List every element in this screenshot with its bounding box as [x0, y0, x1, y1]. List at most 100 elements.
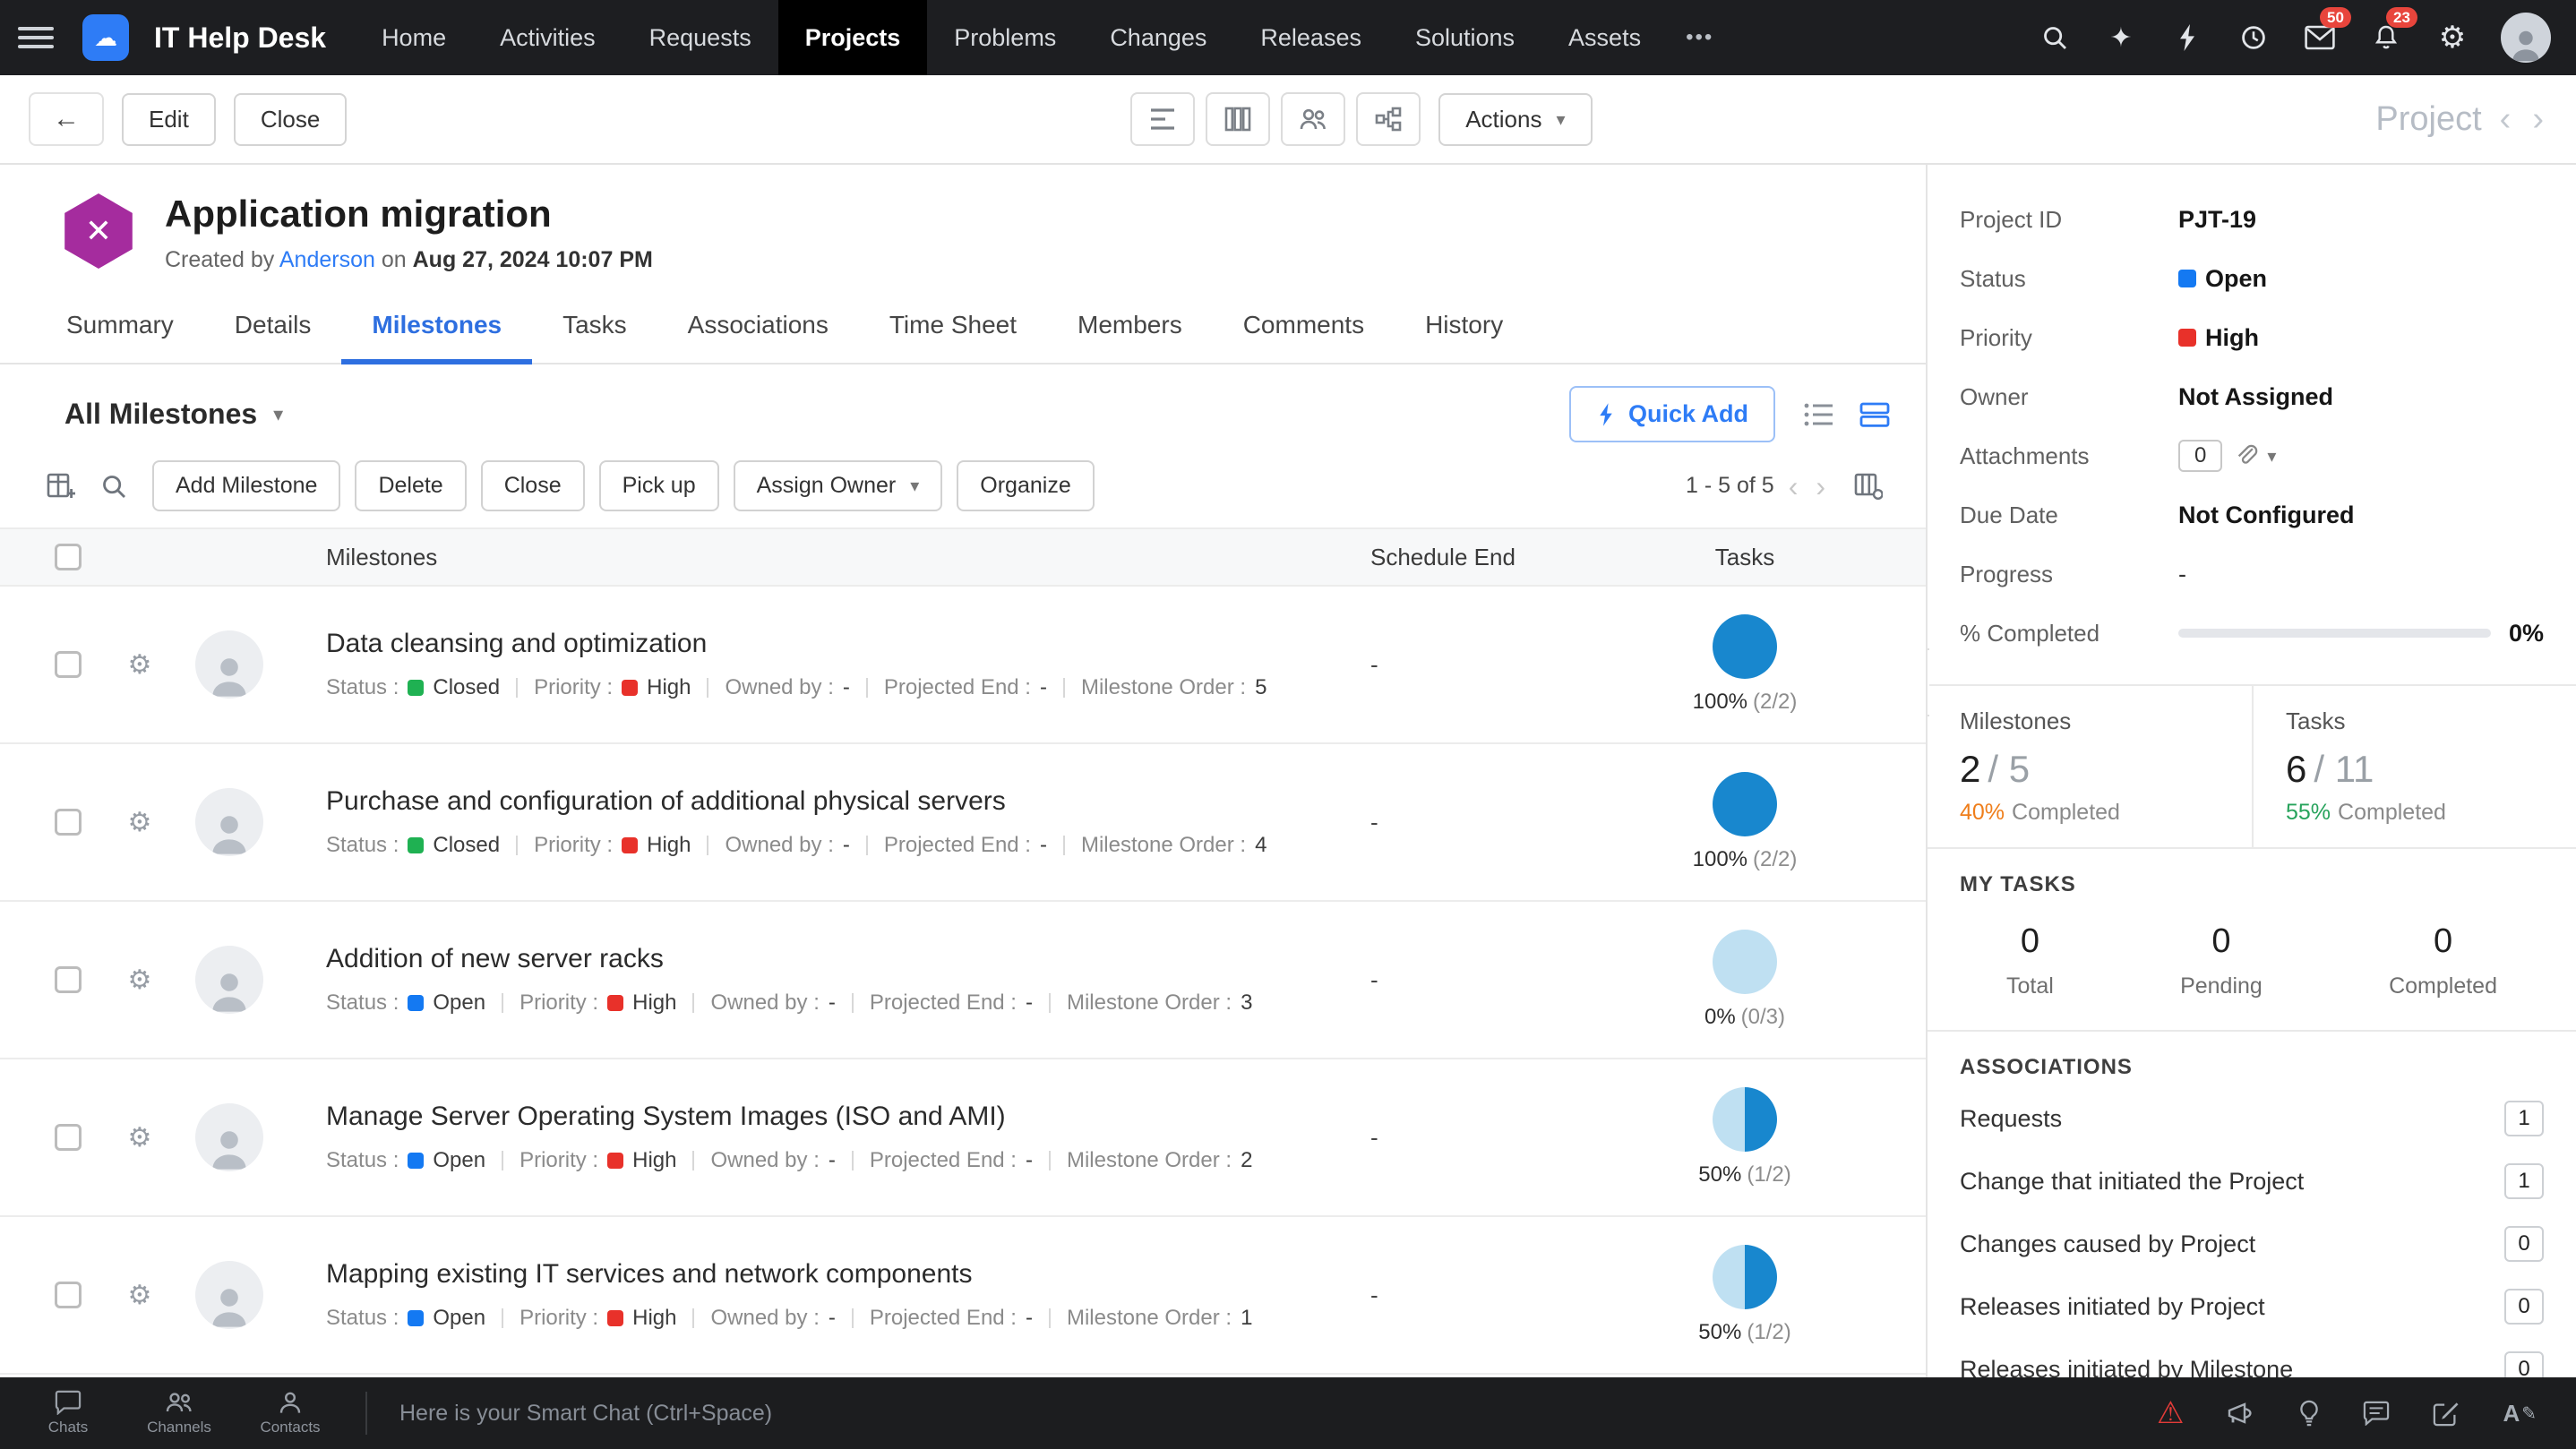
panel-collapse-icon[interactable]: ›	[1928, 648, 1929, 716]
actions-button[interactable]: Actions ▾	[1438, 93, 1592, 146]
lightbulb-icon[interactable]	[2298, 1400, 2320, 1427]
hamburger-menu-icon[interactable]	[18, 27, 54, 48]
milestone-filter-dropdown[interactable]: All Milestones ▾	[64, 398, 283, 431]
attachment-controls[interactable]: ▾	[2233, 443, 2276, 468]
milestone-title[interactable]: Addition of new server racks	[326, 944, 1324, 974]
zap-icon[interactable]	[2169, 20, 2205, 56]
tab-members[interactable]: Members	[1047, 291, 1213, 363]
association-changes-caused[interactable]: Changes caused by Project 0	[1960, 1213, 2544, 1275]
nav-item-home[interactable]: Home	[355, 0, 473, 75]
sparkle-ai-icon[interactable]: ✦	[2103, 20, 2139, 56]
separator	[516, 836, 518, 855]
row-gear-icon[interactable]: ⚙	[107, 965, 172, 996]
nav-item-activities[interactable]: Activities	[473, 0, 623, 75]
association-releases-milestone[interactable]: Releases initiated by Milestone 0	[1960, 1338, 2544, 1377]
status-square	[408, 1310, 424, 1326]
tab-time-sheet[interactable]: Time Sheet	[859, 291, 1047, 363]
alert-icon[interactable]: ⚠	[2157, 1395, 2184, 1431]
chats-button[interactable]: Chats	[25, 1390, 111, 1436]
organize-button[interactable]: Organize	[957, 460, 1094, 511]
compose-icon[interactable]	[2433, 1400, 2460, 1427]
my-tasks-completed-value: 0	[2389, 922, 2497, 961]
association-requests[interactable]: Requests 1	[1960, 1087, 2544, 1150]
megaphone-icon[interactable]	[2227, 1401, 2255, 1426]
row-checkbox[interactable]	[55, 966, 82, 993]
members-view-icon[interactable]	[1281, 92, 1345, 146]
list-view-icon[interactable]	[1804, 402, 1834, 427]
column-settings-icon[interactable]	[1854, 473, 1883, 500]
row-gear-icon[interactable]: ⚙	[107, 649, 172, 681]
nav-item-projects[interactable]: Projects	[778, 0, 928, 75]
association-releases-project[interactable]: Releases initiated by Project 0	[1960, 1275, 2544, 1338]
status-label: Status :	[326, 1306, 399, 1331]
tab-associations[interactable]: Associations	[657, 291, 859, 363]
quick-add-button[interactable]: Quick Add	[1569, 386, 1775, 442]
translate-icon[interactable]: A✎	[2503, 1400, 2537, 1428]
tab-tasks[interactable]: Tasks	[532, 291, 657, 363]
app-logo[interactable]: ☁	[82, 14, 129, 61]
row-checkbox[interactable]	[55, 651, 82, 678]
user-avatar[interactable]	[2501, 13, 2551, 63]
gear-icon[interactable]: ⚙	[2434, 20, 2470, 56]
select-all-checkbox[interactable]	[55, 544, 82, 570]
row-gear-icon[interactable]: ⚙	[107, 1280, 172, 1311]
association-change-initiated[interactable]: Change that initiated the Project 1	[1960, 1150, 2544, 1213]
tab-details[interactable]: Details	[204, 291, 342, 363]
nav-item-requests[interactable]: Requests	[623, 0, 778, 75]
bell-icon[interactable]: 23	[2368, 20, 2404, 56]
row-gear-icon[interactable]: ⚙	[107, 1122, 172, 1153]
hierarchy-view-icon[interactable]	[1356, 92, 1421, 146]
next-entity-icon[interactable]: ›	[2529, 102, 2547, 136]
prev-entity-icon[interactable]: ‹	[2496, 102, 2515, 136]
separator	[692, 993, 694, 1013]
attachments-count[interactable]: 0	[2178, 440, 2222, 472]
nav-item-assets[interactable]: Assets	[1541, 0, 1668, 75]
add-milestone-button[interactable]: Add Milestone	[152, 460, 340, 511]
separator	[707, 678, 708, 698]
row-gear-icon[interactable]: ⚙	[107, 807, 172, 838]
smart-chat-input[interactable]	[399, 1401, 2132, 1427]
pickup-button[interactable]: Pick up	[599, 460, 719, 511]
row-checkbox[interactable]	[55, 809, 82, 836]
nav-item-problems[interactable]: Problems	[927, 0, 1083, 75]
tab-history[interactable]: History	[1395, 291, 1533, 363]
channels-button[interactable]: Channels	[136, 1390, 222, 1436]
mail-icon[interactable]: 50	[2302, 20, 2338, 56]
delete-button[interactable]: Delete	[355, 460, 466, 511]
back-button[interactable]: ←	[29, 92, 104, 146]
tab-milestones[interactable]: Milestones	[341, 291, 532, 364]
row-checkbox[interactable]	[55, 1282, 82, 1308]
milestone-title[interactable]: Mapping existing IT services and network…	[326, 1259, 1324, 1290]
milestone-title[interactable]: Data cleansing and optimization	[326, 629, 1324, 659]
milestone-title[interactable]: Manage Server Operating System Images (I…	[326, 1102, 1324, 1132]
tab-comments[interactable]: Comments	[1213, 291, 1395, 363]
tab-summary[interactable]: Summary	[36, 291, 204, 363]
close-button[interactable]: Close	[234, 93, 347, 146]
table-search-icon[interactable]	[100, 473, 127, 500]
nav-item-solutions[interactable]: Solutions	[1388, 0, 1541, 75]
edit-button[interactable]: Edit	[122, 93, 216, 146]
comment-icon[interactable]	[2363, 1401, 2390, 1426]
board-add-icon[interactable]	[47, 473, 75, 500]
close-milestone-button[interactable]: Close	[481, 460, 585, 511]
milestone-title[interactable]: Purchase and configuration of additional…	[326, 786, 1324, 817]
nav-more-icon[interactable]: •••	[1668, 0, 1731, 75]
nav-item-changes[interactable]: Changes	[1083, 0, 1233, 75]
detail-view-icon[interactable]	[1130, 92, 1195, 146]
row-checkbox[interactable]	[55, 1124, 82, 1151]
association-count: 0	[2504, 1289, 2544, 1325]
history-icon[interactable]	[2236, 20, 2271, 56]
nav-item-releases[interactable]: Releases	[1233, 0, 1388, 75]
contacts-button[interactable]: Contacts	[247, 1390, 333, 1436]
milestone-order-value: 1	[1241, 1306, 1252, 1331]
created-by-user-link[interactable]: Anderson	[279, 247, 375, 272]
column-view-icon[interactable]	[1206, 92, 1270, 146]
projected-end-value: -	[1040, 675, 1047, 700]
schedule-end-value: -	[1324, 1282, 1593, 1309]
completed-progress-bar	[2178, 629, 2491, 638]
prev-page-icon[interactable]: ‹	[1785, 472, 1802, 501]
search-icon[interactable]	[2037, 20, 2073, 56]
next-page-icon[interactable]: ›	[1812, 472, 1829, 501]
assign-owner-button[interactable]: Assign Owner ▾	[734, 460, 943, 511]
card-view-icon[interactable]	[1859, 402, 1890, 427]
